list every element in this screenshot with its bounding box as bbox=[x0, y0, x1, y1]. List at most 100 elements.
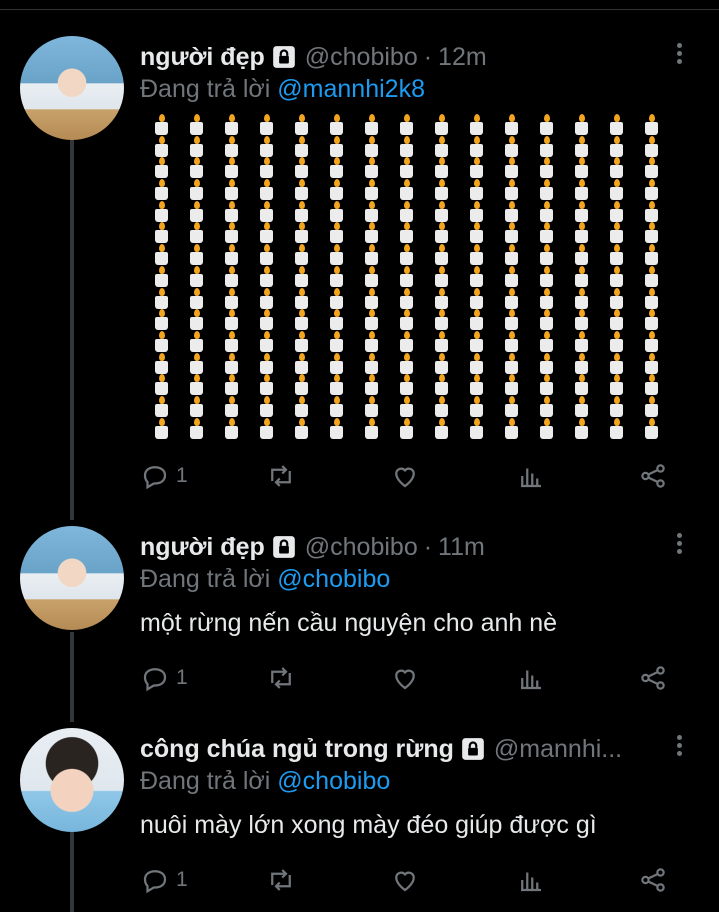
analytics-button[interactable] bbox=[516, 862, 546, 898]
reply-count: 1 bbox=[176, 868, 188, 891]
candle-emoji bbox=[218, 222, 253, 244]
candle-emoji bbox=[498, 265, 533, 288]
retweet-button[interactable] bbox=[266, 862, 296, 898]
user-handle[interactable]: @mannhi... bbox=[494, 735, 622, 764]
candle-emoji bbox=[183, 135, 218, 158]
display-name[interactable]: người đẹp bbox=[140, 43, 265, 72]
candle-emoji bbox=[148, 417, 183, 440]
candle-emoji bbox=[498, 287, 533, 310]
user-handle[interactable]: @chobibo bbox=[305, 533, 418, 562]
reply-button[interactable]: 1 bbox=[140, 660, 188, 696]
candle-emoji bbox=[568, 157, 603, 179]
candle-emoji bbox=[568, 265, 603, 288]
mention-link[interactable]: @mannhi2k8 bbox=[277, 75, 425, 103]
candle-emoji bbox=[253, 244, 288, 266]
candle-emoji bbox=[288, 330, 323, 353]
avatar[interactable] bbox=[20, 36, 124, 140]
separator: · bbox=[423, 532, 433, 561]
candle-emoji bbox=[358, 200, 393, 223]
candle-emoji-grid bbox=[148, 114, 668, 440]
candle-emoji bbox=[533, 222, 568, 244]
candle-emoji bbox=[323, 309, 358, 331]
candle-emoji bbox=[323, 417, 358, 440]
candle-emoji bbox=[498, 417, 533, 440]
analytics-button[interactable] bbox=[516, 660, 546, 696]
lock-icon bbox=[272, 536, 295, 558]
candle-emoji bbox=[358, 265, 393, 288]
like-button[interactable] bbox=[390, 862, 420, 898]
more-icon[interactable] bbox=[669, 530, 689, 560]
share-button[interactable] bbox=[638, 660, 668, 696]
candle-emoji bbox=[253, 352, 288, 375]
candle-emoji bbox=[253, 265, 288, 288]
share-button[interactable] bbox=[638, 458, 668, 494]
timestamp[interactable]: 12m bbox=[438, 43, 487, 72]
candle-emoji bbox=[638, 330, 673, 353]
reply-button[interactable]: 1 bbox=[140, 458, 188, 494]
more-icon[interactable] bbox=[669, 732, 689, 762]
reply-button[interactable]: 1 bbox=[140, 862, 188, 898]
candle-emoji bbox=[253, 157, 288, 179]
candle-emoji bbox=[218, 309, 253, 331]
candle-emoji bbox=[463, 417, 498, 440]
candle-emoji bbox=[288, 114, 323, 136]
avatar[interactable] bbox=[20, 526, 124, 630]
analytics-button[interactable] bbox=[516, 458, 546, 494]
candle-emoji bbox=[323, 114, 358, 136]
candle-emoji bbox=[533, 200, 568, 223]
candle-emoji bbox=[568, 200, 603, 223]
tweet[interactable]: công chúa ngủ trong rừng @mannhi... Đang… bbox=[0, 722, 719, 912]
candle-emoji bbox=[253, 395, 288, 418]
candle-emoji bbox=[148, 265, 183, 288]
user-handle[interactable]: @chobibo bbox=[305, 43, 418, 72]
candle-emoji bbox=[358, 417, 393, 440]
candle-emoji bbox=[638, 157, 673, 179]
candle-emoji bbox=[498, 330, 533, 353]
tweet-actions: 1 bbox=[140, 458, 680, 494]
candle-emoji bbox=[393, 179, 428, 201]
candle-emoji bbox=[568, 309, 603, 331]
candle-emoji bbox=[638, 309, 673, 331]
tweet[interactable]: người đẹp @chobibo · 11m Đang trả lời @c… bbox=[0, 520, 719, 722]
candle-emoji bbox=[428, 114, 463, 136]
avatar[interactable] bbox=[20, 728, 124, 832]
candle-emoji bbox=[323, 244, 358, 266]
candle-emoji bbox=[253, 114, 288, 136]
timestamp[interactable]: 11m bbox=[438, 533, 485, 562]
candle-emoji bbox=[533, 287, 568, 310]
candle-emoji bbox=[183, 352, 218, 375]
retweet-button[interactable] bbox=[266, 458, 296, 494]
reply-count: 1 bbox=[176, 464, 188, 487]
candle-emoji bbox=[253, 287, 288, 310]
candle-emoji bbox=[218, 135, 253, 158]
candle-emoji bbox=[148, 330, 183, 353]
candle-emoji bbox=[568, 244, 603, 266]
retweet-button[interactable] bbox=[266, 660, 296, 696]
display-name[interactable]: công chúa ngủ trong rừng bbox=[140, 735, 454, 764]
candle-emoji bbox=[358, 309, 393, 331]
candle-emoji bbox=[463, 135, 498, 158]
candle-emoji bbox=[183, 395, 218, 418]
mention-link[interactable]: @chobibo bbox=[277, 767, 390, 795]
candle-emoji bbox=[498, 114, 533, 136]
candle-emoji bbox=[148, 287, 183, 310]
candle-emoji bbox=[288, 374, 323, 396]
candle-emoji bbox=[568, 395, 603, 418]
candle-emoji bbox=[253, 222, 288, 244]
candle-emoji bbox=[428, 374, 463, 396]
candle-emoji bbox=[603, 352, 638, 375]
candle-emoji bbox=[323, 287, 358, 310]
candle-emoji bbox=[253, 417, 288, 440]
share-button[interactable] bbox=[638, 862, 668, 898]
candle-emoji bbox=[148, 352, 183, 375]
more-icon[interactable] bbox=[669, 40, 689, 70]
candle-emoji bbox=[288, 200, 323, 223]
like-button[interactable] bbox=[390, 660, 420, 696]
display-name[interactable]: người đẹp bbox=[140, 533, 265, 562]
candle-emoji bbox=[498, 352, 533, 375]
tweet[interactable]: người đẹp @chobibo · 12m Đang trả lời @m… bbox=[0, 0, 719, 520]
like-button[interactable] bbox=[390, 458, 420, 494]
candle-emoji bbox=[568, 135, 603, 158]
mention-link[interactable]: @chobibo bbox=[277, 565, 390, 593]
candle-emoji bbox=[428, 222, 463, 244]
